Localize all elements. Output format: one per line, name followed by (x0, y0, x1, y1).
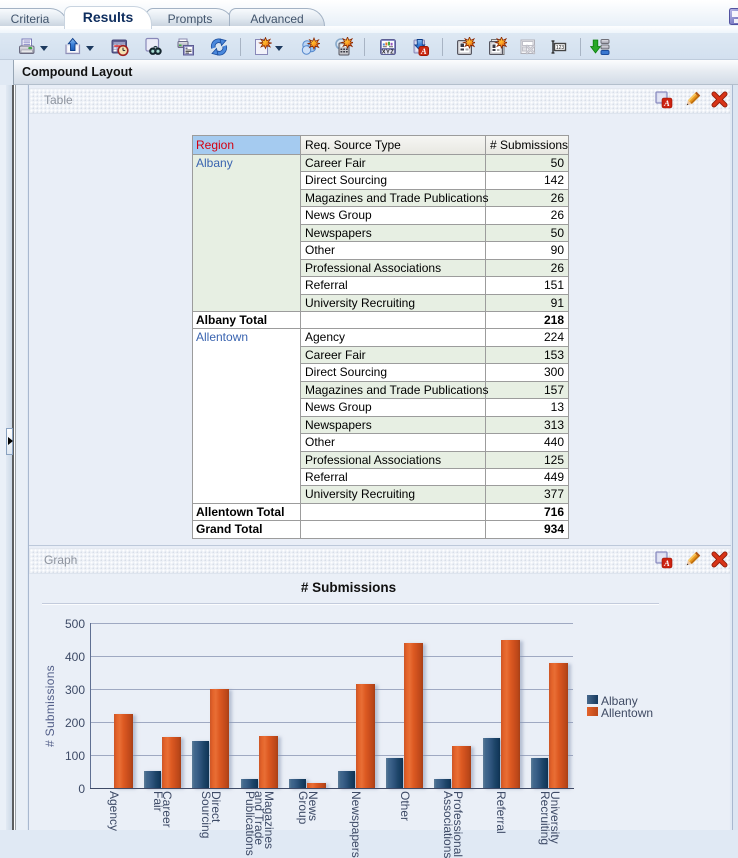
svg-text:123: 123 (556, 45, 565, 51)
svg-text:A: A (663, 98, 670, 108)
svg-text:A: A (663, 558, 670, 568)
svg-text:A: A (420, 46, 427, 56)
svg-text:XYZ: XYZ (382, 50, 395, 56)
